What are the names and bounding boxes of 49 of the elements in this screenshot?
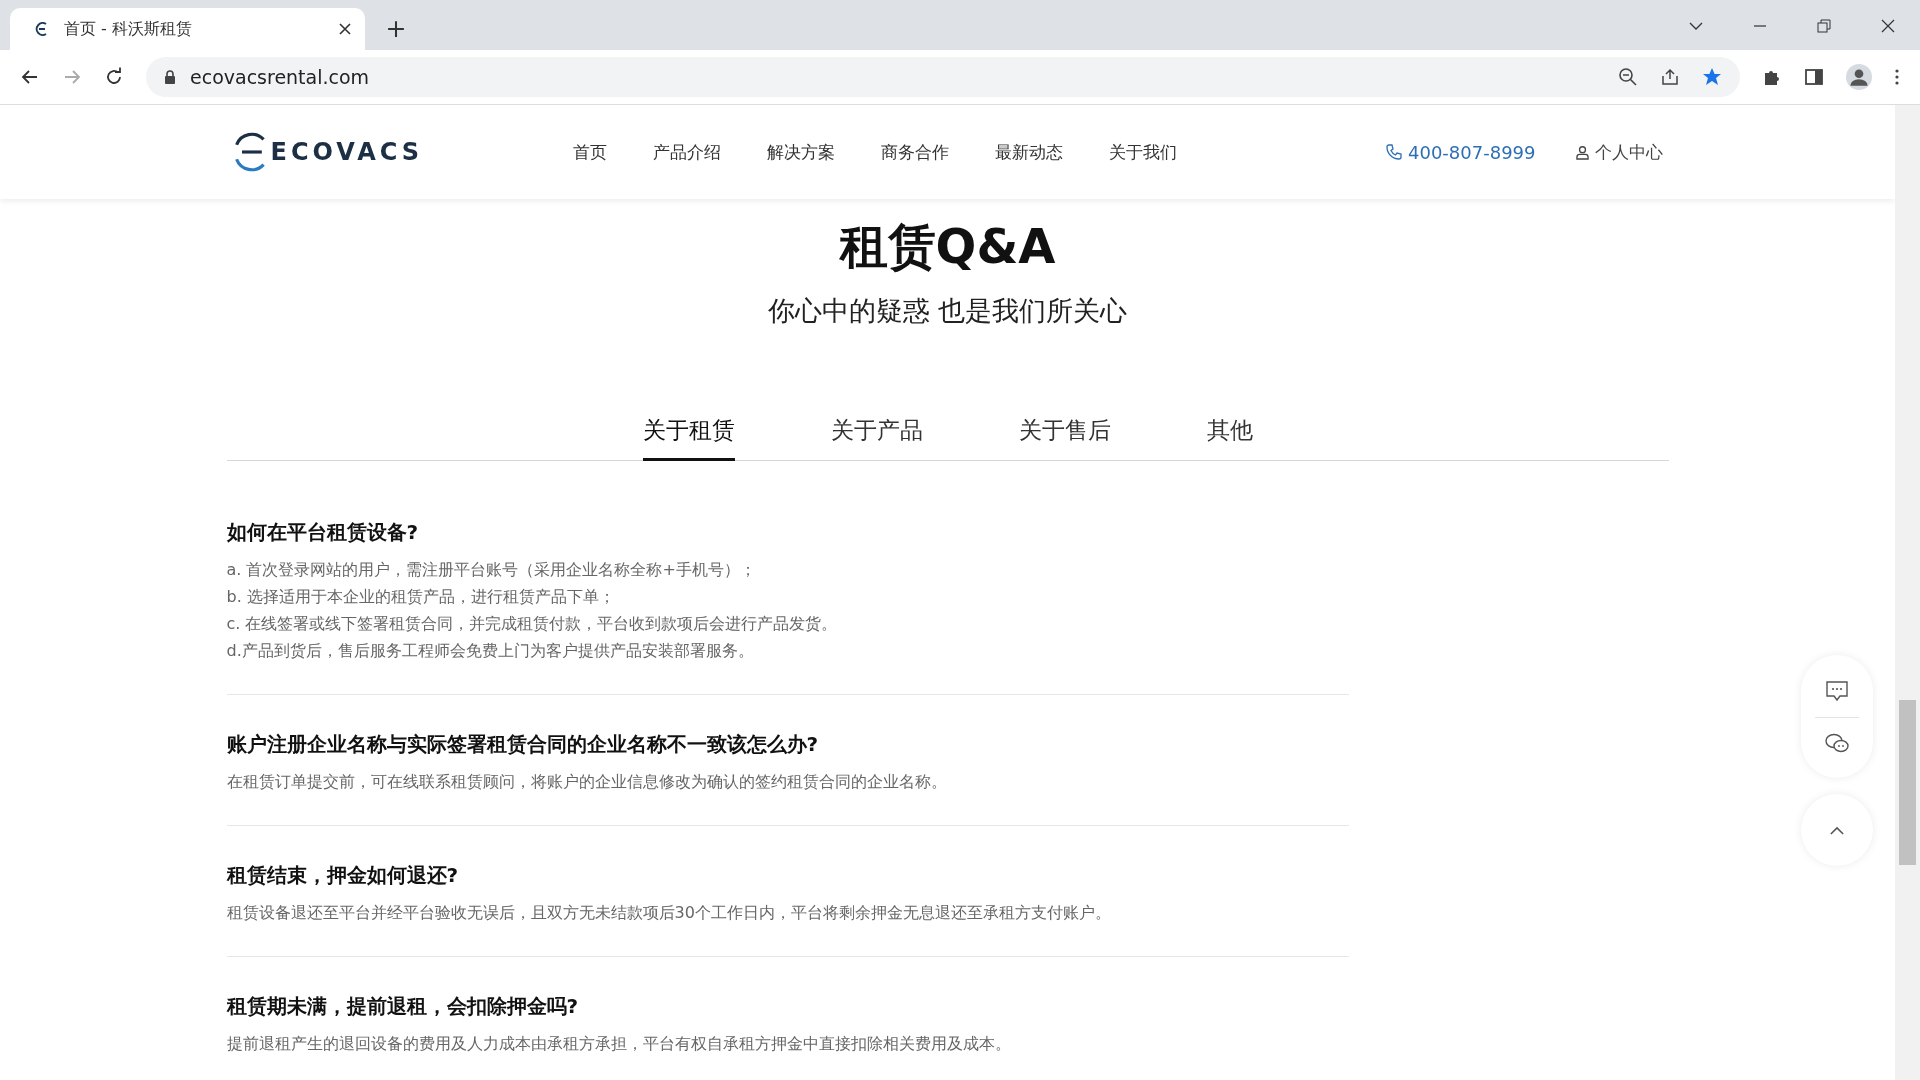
plus-icon[interactable]	[387, 20, 405, 38]
nav-link[interactable]: 最新动态	[995, 140, 1064, 164]
more-icon[interactable]	[1894, 67, 1900, 87]
chevron-up-icon	[1830, 825, 1844, 835]
faq-answer: 在租赁订单提交前，可在线联系租赁顾问，将账户的企业信息修改为确认的签约租赁合同的企业名称。	[226, 771, 948, 793]
phone-link[interactable]: 400-807-8999	[1386, 141, 1536, 163]
faq-question: 租赁期未满，提前退租，会扣除押金吗?	[226, 993, 580, 1020]
faq-question: 账户注册企业名称与实际签署租赁合同的企业名称不一致该怎么办?	[226, 731, 820, 758]
restore-icon[interactable]	[1816, 18, 1832, 34]
close-icon[interactable]	[1880, 18, 1896, 34]
scrollbar[interactable]	[1895, 105, 1920, 1080]
close-icon[interactable]	[339, 23, 351, 35]
nav-link[interactable]: 解决方案	[767, 140, 836, 164]
zoom-out-icon[interactable]	[1618, 67, 1638, 87]
tab-title: 首页 - 科沃斯租赁	[64, 18, 193, 40]
share-icon[interactable]	[1660, 67, 1680, 87]
faq-question: 如何在平台租赁设备?	[226, 519, 420, 546]
wechat-icon[interactable]	[1824, 732, 1850, 754]
faq-answer: 提前退租产生的退回设备的费用及人力成本由承租方承担，平台有权自承租方押金中直接扣除相关费用及成本。	[226, 1033, 1012, 1055]
logo-text[interactable]: ECOVACS	[270, 138, 424, 166]
lock-icon	[164, 70, 176, 84]
faq-answer: d.产品到货后，售后服务工程师会免费上门为客户提供产品安装部署服务。	[226, 640, 755, 662]
star-icon[interactable]	[1702, 67, 1722, 87]
faq-answer: b. 选择适用于本企业的租赁产品，进行租赁产品下单；	[226, 586, 616, 608]
faq-answer: c. 在线签署或线下签署租赁合同，并完成租赁付款，平台收到款项后会进行产品发货。	[226, 613, 839, 635]
avatar-icon[interactable]	[1846, 64, 1872, 90]
browser-tab[interactable]: 首页 - 科沃斯租赁	[10, 8, 365, 50]
page-title: 租赁Q&A	[839, 217, 1056, 276]
user-icon	[1575, 144, 1589, 160]
nav-link[interactable]: 产品介绍	[653, 140, 722, 164]
nav-link[interactable]: 首页	[573, 140, 608, 164]
faq-answer: 租赁设备退还至平台并经平台验收无误后，且双方无未结款项后30个工作日内，平台将剩余押金无息退还至承租方支付账户。	[226, 902, 1112, 924]
phone-icon	[1386, 144, 1402, 160]
faq-question: 租赁结束，押金如何退还?	[226, 862, 460, 889]
nav-link[interactable]: 商务合作	[881, 140, 950, 164]
nav-link[interactable]: 关于我们	[1109, 140, 1178, 164]
chat-icon[interactable]	[1825, 679, 1849, 703]
scrollbar-thumb[interactable]	[1899, 700, 1916, 865]
side-panel-icon[interactable]	[1804, 67, 1824, 87]
category-tab[interactable]: 关于售后	[1018, 415, 1111, 461]
page-subtitle: 你心中的疑惑 也是我们所关心	[767, 294, 1128, 328]
category-tab[interactable]: 关于产品	[830, 415, 923, 461]
faq-answer: a. 首次登录网站的用户，需注册平台账号（采用企业名称全称+手机号）；	[226, 559, 757, 581]
category-tab[interactable]: 关于租赁	[642, 415, 735, 461]
address-bar[interactable]: ecovacsrental.com	[146, 57, 1740, 97]
category-tab[interactable]: 其他	[1206, 415, 1253, 461]
url-text: ecovacsrental.com	[190, 66, 370, 88]
account-link[interactable]: 个人中心	[1575, 140, 1663, 164]
reload-icon[interactable]	[104, 67, 124, 87]
